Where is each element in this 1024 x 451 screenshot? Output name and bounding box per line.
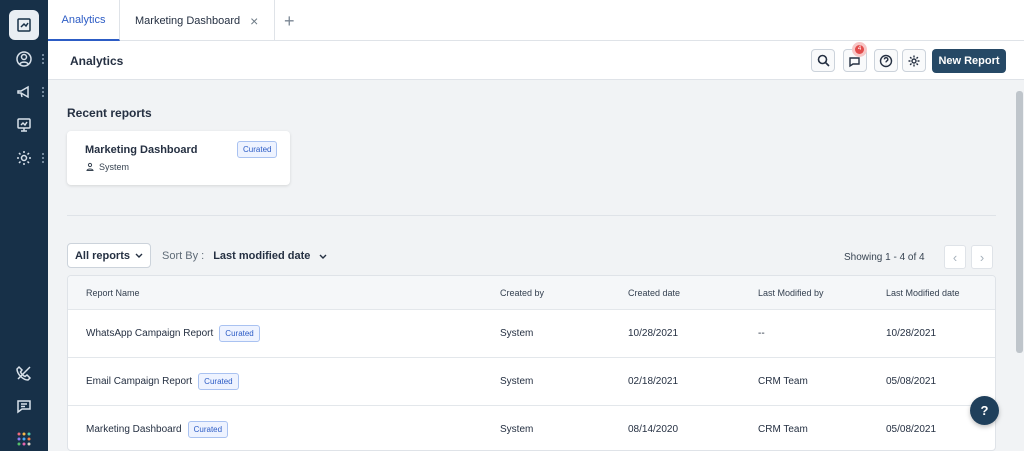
sort-control[interactable]: Sort By : Last modified date xyxy=(162,250,327,262)
notifications-button[interactable]: 4 xyxy=(843,45,867,72)
page-header: Analytics 4 New Report xyxy=(48,41,1024,80)
created-date-cell: 02/18/2021 xyxy=(628,376,679,387)
modified-by-cell: CRM Team xyxy=(758,376,808,387)
column-report-name[interactable]: Report Name xyxy=(86,288,140,298)
modified-date-cell: 05/08/2021 xyxy=(886,376,937,387)
owner-name: System xyxy=(99,162,130,172)
megaphone-icon xyxy=(849,56,860,67)
chevron-left-icon: ‹ xyxy=(952,249,958,265)
recent-report-card[interactable]: Marketing Dashboard Curated System xyxy=(67,131,290,185)
search-icon xyxy=(817,54,830,67)
created-by-cell: System xyxy=(500,376,534,387)
report-name[interactable]: Email Campaign Report xyxy=(86,376,192,387)
all-reports-dropdown[interactable]: All reports xyxy=(67,243,151,268)
report-name[interactable]: WhatsApp Campaign Report xyxy=(86,328,213,339)
phone-icon xyxy=(16,365,32,381)
help-button[interactable] xyxy=(874,49,898,72)
created-date-cell: 08/14/2020 xyxy=(628,424,679,435)
recent-report-name: Marketing Dashboard xyxy=(85,144,198,156)
curated-badge: Curated xyxy=(198,373,239,390)
analytics-nav-button[interactable] xyxy=(9,10,39,40)
column-created-by[interactable]: Created by xyxy=(500,288,544,298)
pagination-summary: Showing 1 - 4 of 4 xyxy=(844,252,925,263)
chevron-right-icon: › xyxy=(979,249,985,265)
page-title: Analytics xyxy=(70,54,124,68)
chevron-down-icon xyxy=(135,253,143,258)
campaigns-nav-button[interactable] xyxy=(8,78,40,106)
report-name[interactable]: Marketing Dashboard xyxy=(86,424,182,435)
apps-grid-icon xyxy=(17,432,31,446)
created-date-cell: 10/28/2021 xyxy=(628,328,679,339)
recent-report-owner: System xyxy=(85,162,129,172)
curated-badge: Curated xyxy=(219,325,260,342)
report-name-cell: Email Campaign Report Curated xyxy=(86,373,239,390)
contacts-icon xyxy=(16,51,32,67)
phone-nav-button[interactable] xyxy=(8,359,40,387)
created-by-cell: System xyxy=(500,328,534,339)
floating-help-button[interactable]: ? xyxy=(970,396,999,425)
previous-page-button[interactable]: ‹ xyxy=(944,245,966,269)
tab-marketing-label: Marketing Dashboard xyxy=(135,14,241,27)
column-last-modified-by[interactable]: Last Modified by xyxy=(758,288,824,298)
close-icon[interactable]: × xyxy=(250,13,258,29)
settings-icon xyxy=(17,151,31,165)
settings-more-dots[interactable] xyxy=(42,152,45,164)
chat-nav-button[interactable] xyxy=(8,392,40,420)
help-circle-icon xyxy=(879,54,893,67)
chevron-down-icon xyxy=(319,254,327,259)
column-created-date[interactable]: Created date xyxy=(628,288,680,298)
report-name-cell: WhatsApp Campaign Report Curated xyxy=(86,325,260,342)
section-divider xyxy=(67,215,996,216)
analytics-icon xyxy=(17,18,31,32)
user-icon xyxy=(86,162,94,171)
contacts-nav-button[interactable] xyxy=(8,45,40,73)
sort-label: Sort By : xyxy=(162,250,205,262)
all-reports-label: All reports xyxy=(74,249,130,262)
reports-icon xyxy=(17,118,31,132)
table-header: Report Name Created by Created date Last… xyxy=(68,276,995,310)
main-content: Recent reports Marketing Dashboard Curat… xyxy=(48,80,1016,451)
notification-count-badge: 4 xyxy=(855,45,864,54)
add-tab-icon[interactable]: + xyxy=(284,11,295,32)
table-row[interactable]: Marketing Dashboard Curated System 08/14… xyxy=(68,406,995,450)
chat-icon xyxy=(17,400,31,414)
tab-analytics[interactable]: Analytics xyxy=(48,0,120,41)
contacts-more-dots[interactable] xyxy=(42,53,45,65)
modified-date-cell: 05/08/2021 xyxy=(886,424,937,435)
campaigns-icon xyxy=(17,85,29,99)
scrollbar-thumb[interactable] xyxy=(1016,91,1023,353)
created-by-cell: System xyxy=(500,424,534,435)
tab-bar: Analytics Marketing Dashboard × + xyxy=(48,0,1024,41)
campaigns-more-dots[interactable] xyxy=(42,86,45,98)
recent-reports-heading: Recent reports xyxy=(67,106,152,120)
new-report-button[interactable]: New Report xyxy=(932,49,1006,73)
settings-nav-button[interactable] xyxy=(8,144,40,172)
apps-grid-button[interactable] xyxy=(8,425,40,451)
modified-by-cell: -- xyxy=(758,328,765,339)
modified-by-cell: CRM Team xyxy=(758,424,808,435)
modified-date-cell: 10/28/2021 xyxy=(886,328,937,339)
table-row[interactable]: Email Campaign Report Curated System 02/… xyxy=(68,358,995,406)
curated-badge: Curated xyxy=(237,141,278,158)
sort-value: Last modified date xyxy=(213,250,311,262)
gear-icon xyxy=(908,55,920,66)
search-button[interactable] xyxy=(811,49,835,72)
reports-nav-button[interactable] xyxy=(8,111,40,139)
curated-badge: Curated xyxy=(187,421,229,438)
left-navigation-rail xyxy=(0,0,48,451)
column-last-modified-date[interactable]: Last Modified date xyxy=(886,288,960,298)
tab-analytics-label: Analytics xyxy=(61,13,106,26)
table-row[interactable]: WhatsApp Campaign Report Curated System … xyxy=(68,310,995,358)
settings-button[interactable] xyxy=(902,49,926,72)
report-name-cell: Marketing Dashboard Curated xyxy=(86,421,229,438)
reports-table: Report Name Created by Created date Last… xyxy=(67,275,996,451)
next-page-button[interactable]: › xyxy=(971,245,993,269)
tab-marketing-dashboard[interactable]: Marketing Dashboard × xyxy=(120,0,275,41)
